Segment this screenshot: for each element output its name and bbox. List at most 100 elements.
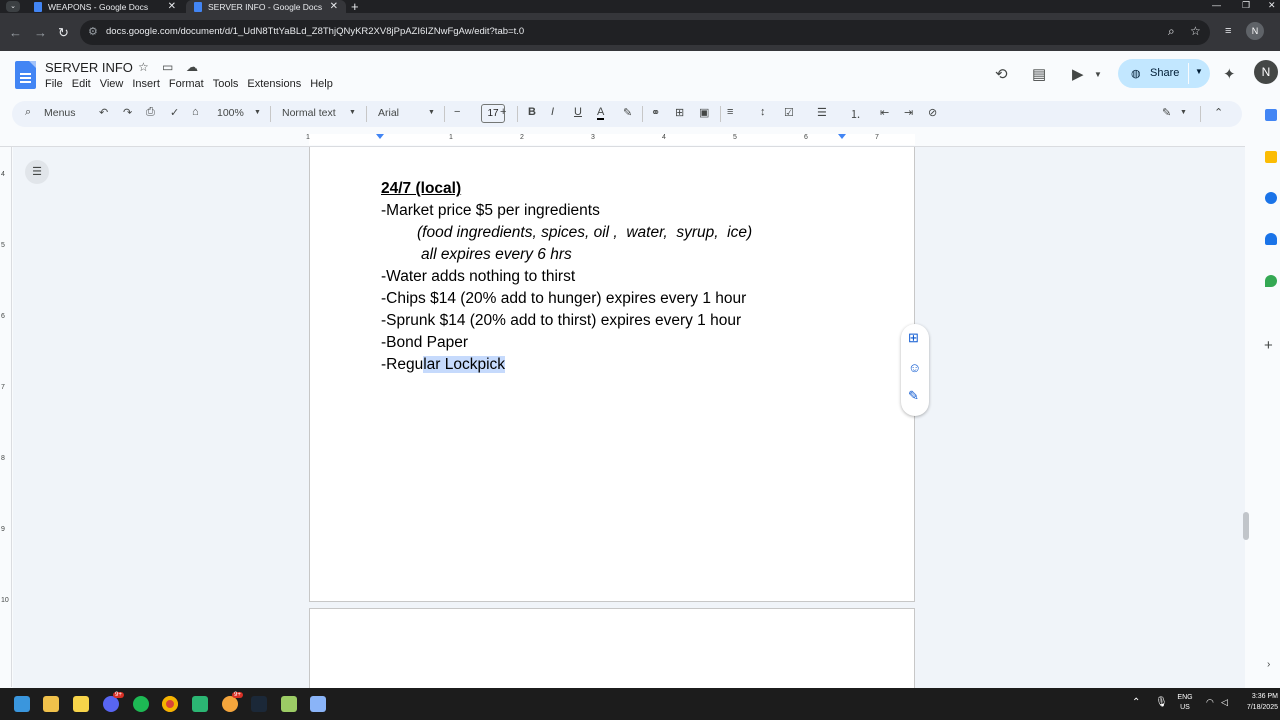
undo-icon[interactable]: ↶ xyxy=(99,106,108,119)
menu-edit[interactable]: Edit xyxy=(72,78,91,90)
style-select[interactable]: Normal text xyxy=(282,107,336,119)
suggest-edits-icon[interactable]: ✎ xyxy=(908,388,919,404)
underline-icon[interactable]: U xyxy=(574,106,582,118)
doc-line[interactable]: -Bond Paper xyxy=(381,332,752,354)
cloud-status-icon[interactable]: ☁ xyxy=(186,60,198,74)
notepad-icon[interactable] xyxy=(281,696,297,712)
close-tab-icon[interactable]: ✕ xyxy=(330,1,338,12)
tab-server-info[interactable]: SERVER INFO - Google Docs ✕ xyxy=(186,0,346,13)
tray-overflow-icon[interactable]: ⌃ xyxy=(1132,697,1140,708)
spellcheck-icon[interactable]: ✓ xyxy=(170,106,179,119)
text-color-icon[interactable]: A xyxy=(597,106,605,120)
maps-icon[interactable] xyxy=(1265,275,1277,287)
clock-time[interactable]: 3:36 PM xyxy=(1240,693,1280,700)
font-select[interactable]: Arial xyxy=(378,107,399,119)
decrease-font-size-icon[interactable]: − xyxy=(454,106,460,118)
calculator-icon[interactable] xyxy=(310,696,326,712)
volume-icon[interactable]: ◁ xyxy=(1221,697,1228,708)
steam-icon[interactable] xyxy=(251,696,267,712)
reload-icon[interactable]: ↻ xyxy=(58,25,69,41)
doc-line[interactable]: -Chips $14 (20% add to hunger) expires e… xyxy=(381,288,752,310)
menu-help[interactable]: Help xyxy=(310,78,333,90)
back-icon[interactable]: ← xyxy=(9,25,22,40)
contacts-icon[interactable] xyxy=(1265,233,1277,245)
wifi-icon[interactable]: ◠ xyxy=(1206,697,1214,708)
redo-icon[interactable]: ↷ xyxy=(123,106,132,119)
numbered-list-icon[interactable]: ⒈ xyxy=(850,106,861,122)
checklist-icon[interactable]: ☑ xyxy=(784,106,794,119)
region-label[interactable]: US xyxy=(1172,704,1198,711)
chevron-down-icon[interactable]: ▼ xyxy=(1094,70,1102,79)
docs-logo-icon[interactable] xyxy=(15,61,36,89)
doc-line-selected[interactable]: -Regular Lockpick xyxy=(381,354,752,376)
spotify-icon[interactable] xyxy=(133,696,149,712)
menu-extensions[interactable]: Extensions xyxy=(247,78,301,90)
menu-tools[interactable]: Tools xyxy=(213,78,239,90)
get-addons-icon[interactable]: + xyxy=(1264,337,1273,354)
zoom-select[interactable]: 100% xyxy=(217,107,244,119)
site-info-icon[interactable]: ⚙ xyxy=(88,25,98,38)
text-selection[interactable]: lar Lockpick xyxy=(423,356,506,373)
language-label[interactable]: ENG xyxy=(1172,694,1198,701)
clear-formatting-icon[interactable]: ⊘ xyxy=(928,106,937,119)
document-page[interactable]: 24/7 (local) -Market price $5 per ingred… xyxy=(309,147,915,602)
calendar-icon[interactable] xyxy=(1265,109,1277,121)
chevron-down-icon[interactable]: ▼ xyxy=(1180,109,1187,116)
paint-format-icon[interactable]: ⌂ xyxy=(192,106,199,118)
sticky-notes-icon[interactable] xyxy=(73,696,89,712)
document-page-2[interactable] xyxy=(309,608,915,688)
search-icon[interactable]: ⌕ xyxy=(25,106,31,119)
add-comment-icon[interactable]: ⊞ xyxy=(675,106,684,119)
bookmark-star-icon[interactable]: ☆ xyxy=(1190,24,1201,38)
start-icon[interactable] xyxy=(14,696,30,712)
chevron-down-icon[interactable]: ▼ xyxy=(428,109,435,116)
address-bar[interactable]: ⚙ docs.google.com/document/d/1_UdN8TttYa… xyxy=(80,20,1210,45)
keep-icon[interactable] xyxy=(1265,151,1277,163)
forward-icon[interactable]: → xyxy=(34,25,47,40)
browser-profile-avatar[interactable]: N xyxy=(1246,22,1264,40)
menu-format[interactable]: Format xyxy=(169,78,204,90)
meet-icon[interactable]: ▶ xyxy=(1072,65,1084,83)
gemini-icon[interactable]: ✦ xyxy=(1223,65,1236,83)
star-icon[interactable]: ☆ xyxy=(138,60,149,74)
menu-insert[interactable]: Insert xyxy=(132,78,160,90)
tab-search-button[interactable]: ⌄ xyxy=(6,1,20,12)
doc-line[interactable]: (food ingredients, spices, oil , water, … xyxy=(381,222,752,244)
account-avatar[interactable]: N xyxy=(1254,60,1278,84)
right-indent-marker[interactable] xyxy=(838,134,846,139)
microphone-icon[interactable]: 🎙 xyxy=(1155,697,1168,708)
new-tab-button[interactable]: + xyxy=(351,0,359,14)
chevron-down-icon[interactable]: ▼ xyxy=(254,109,261,116)
close-window-icon[interactable]: ✕ xyxy=(1268,0,1276,11)
collapse-menus-icon[interactable]: ⌃ xyxy=(1214,106,1223,119)
image-icon[interactable]: ▣ xyxy=(699,106,709,119)
clock-date[interactable]: 7/18/2025 xyxy=(1240,704,1280,711)
link-icon[interactable]: ⚭ xyxy=(651,106,660,119)
menu-view[interactable]: View xyxy=(100,78,124,90)
close-tab-icon[interactable]: ✕ xyxy=(168,1,176,12)
discord-icon[interactable] xyxy=(103,696,119,712)
ruler-track[interactable]: 1 1 2 3 4 5 6 7 xyxy=(306,134,915,145)
doc-line[interactable]: -Water adds nothing to thirst xyxy=(381,266,752,288)
document-body[interactable]: 24/7 (local) -Market price $5 per ingred… xyxy=(381,178,752,376)
move-folder-icon[interactable]: ▭ xyxy=(162,60,173,74)
app-icon[interactable] xyxy=(222,696,238,712)
align-icon[interactable]: ≡ xyxy=(727,106,733,118)
tab-weapons[interactable]: WEAPONS - Google Docs ✕ xyxy=(26,0,184,13)
decrease-indent-icon[interactable]: ⇤ xyxy=(880,106,889,119)
left-indent-marker[interactable] xyxy=(376,134,384,139)
increase-font-size-icon[interactable]: + xyxy=(500,106,506,118)
zoom-search-icon[interactable]: ⌕ xyxy=(1168,24,1175,39)
doc-line[interactable]: -Market price $5 per ingredients xyxy=(381,200,752,222)
chevron-down-icon[interactable]: ▼ xyxy=(1195,67,1203,76)
bulleted-list-icon[interactable]: ☰ xyxy=(817,106,827,119)
tasks-icon[interactable] xyxy=(1265,192,1277,204)
document-title[interactable]: SERVER INFO xyxy=(45,60,133,75)
share-button[interactable]: ◍ Share ▼ xyxy=(1118,59,1210,88)
extensions-icon[interactable]: ≡ xyxy=(1225,25,1231,37)
file-explorer-icon[interactable] xyxy=(43,696,59,712)
app-icon[interactable] xyxy=(192,696,208,712)
bold-icon[interactable]: B xyxy=(528,106,536,118)
doc-line[interactable]: all expires every 6 hrs xyxy=(381,244,752,266)
doc-heading[interactable]: 24/7 (local) xyxy=(381,178,752,200)
